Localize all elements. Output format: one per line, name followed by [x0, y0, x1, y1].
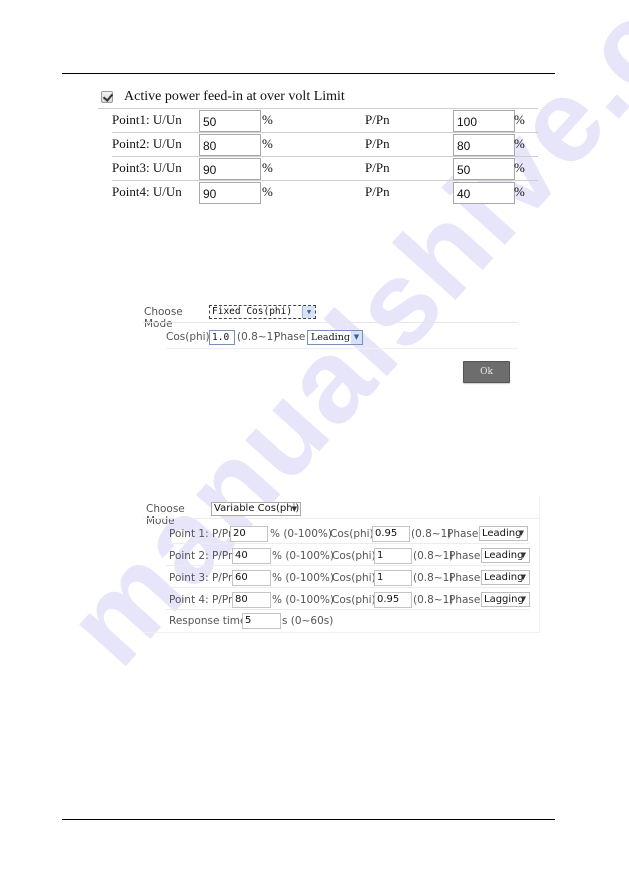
unit-label: % — [514, 136, 525, 151]
point-label: Point4: U/Un — [112, 184, 182, 199]
feed-in-row: Point2: U/Un 80 % P/Pn 80 % — [112, 133, 538, 157]
cos-phi-range: (0.8~1) — [413, 572, 454, 584]
u-un-input[interactable]: 90 — [199, 182, 261, 204]
unit-label: % — [514, 160, 525, 175]
phase-label: Phase — [449, 594, 481, 606]
feed-in-row: Point3: U/Un 90 % P/Pn 50 % — [112, 157, 538, 181]
cos-phi-input[interactable]: 0.95 — [372, 526, 410, 542]
point-label: Point3: U/Un — [112, 160, 182, 175]
phase-select[interactable]: Leading ▼ — [479, 526, 528, 541]
p-pn-range: % (0-100%) — [272, 572, 334, 584]
chevron-down-icon[interactable]: ▼ — [292, 503, 297, 515]
phase-select-value: Lagging — [484, 594, 524, 605]
cos-phi-input[interactable]: 1 — [374, 570, 412, 586]
u-un-input[interactable]: 50 — [199, 110, 261, 132]
phase-select-value: Leading — [484, 550, 524, 561]
footer-rule — [62, 819, 555, 820]
cos-phi-input[interactable]: 1.0 — [209, 330, 235, 345]
phase-label: Phase — [449, 550, 481, 562]
p-pn-label: P/Pn — [365, 112, 390, 127]
p-pn-input[interactable]: 60 — [232, 570, 271, 586]
chevron-down-icon[interactable]: ▼ — [351, 331, 362, 344]
p-pn-input[interactable]: 20 — [230, 526, 268, 542]
p-pn-input[interactable]: 40 — [232, 548, 271, 564]
divider — [166, 609, 529, 610]
divider — [166, 587, 529, 588]
cos-phi-range: (0.8~1) — [413, 594, 454, 606]
mode-select[interactable]: Fixed Cos(phi) ▼ — [209, 305, 316, 319]
point-label: Point 1: P/Pn — [169, 528, 235, 540]
ok-button[interactable]: Ok — [463, 361, 510, 383]
response-time-input[interactable]: 5 — [242, 613, 281, 629]
phase-select-value: Leading — [484, 572, 524, 583]
p-pn-input[interactable]: 100 — [453, 110, 515, 132]
choose-mode-label: Choose Mode — [146, 503, 185, 527]
unit-label: % — [514, 184, 525, 199]
cos-phi-label: Cos(phi) — [332, 572, 376, 584]
header-rule — [62, 73, 555, 74]
p-pn-label: P/Pn — [365, 184, 390, 199]
phase-select-value: Leading — [311, 332, 350, 343]
p-pn-input[interactable]: 80 — [453, 134, 515, 156]
divider — [166, 543, 529, 544]
divider — [143, 322, 518, 323]
cos-phi-label: Cos(phi) — [332, 594, 376, 606]
feed-in-checkbox-label: Active power feed-in at over volt Limit — [124, 89, 345, 104]
cos-phi-label: Cos(phi) — [332, 550, 376, 562]
cos-phi-input[interactable]: 1 — [374, 548, 412, 564]
phase-select-value: Leading — [482, 528, 522, 539]
feed-in-checkbox-row[interactable]: Active power feed-in at over volt Limit — [101, 89, 345, 105]
p-pn-label: P/Pn — [365, 136, 390, 151]
u-un-input[interactable]: 90 — [199, 158, 261, 180]
point-label: Point 2: P/Pn — [169, 550, 235, 562]
response-time-range: s (0~60s) — [282, 615, 334, 627]
feed-in-row: Point4: U/Un 90 % P/Pn 40 % — [112, 181, 538, 205]
phase-label: Phase — [274, 331, 306, 343]
feed-in-row: Point1: U/Un 50 % P/Pn 100 % — [112, 109, 538, 133]
p-pn-input[interactable]: 80 — [232, 592, 271, 608]
phase-select[interactable]: Leading ▼ — [481, 570, 530, 585]
cos-phi-label: Cos(phi) — [166, 331, 210, 343]
unit-label: % — [262, 112, 273, 127]
mode-select[interactable]: Variable Cos(phi) ▼ — [211, 502, 301, 516]
p-pn-range: % (0-100%) — [272, 594, 334, 606]
cos-phi-range: (0.8~1) — [413, 550, 454, 562]
point-label: Point1: U/Un — [112, 112, 182, 127]
mode-select-value: Fixed Cos(phi) — [212, 306, 293, 317]
feed-in-checkbox[interactable] — [101, 91, 113, 103]
p-pn-label: P/Pn — [365, 160, 390, 175]
chevron-down-icon[interactable]: ▼ — [519, 527, 524, 540]
divider — [166, 348, 518, 349]
chevron-down-icon[interactable]: ▼ — [521, 549, 526, 562]
phase-select[interactable]: Lagging ▼ — [481, 592, 530, 607]
cos-phi-range: (0.8~1) — [411, 528, 452, 540]
point-label: Point 4: P/Pn — [169, 594, 235, 606]
cos-phi-label: Cos(phi) — [330, 528, 374, 540]
choose-mode-label: Choose Mode — [144, 306, 183, 330]
phase-select[interactable]: Leading ▼ — [307, 330, 363, 345]
unit-label: % — [262, 160, 273, 175]
chevron-down-icon[interactable]: ▼ — [302, 306, 315, 318]
mode-select-value: Variable Cos(phi) — [214, 503, 300, 514]
phase-label: Phase — [447, 528, 479, 540]
u-un-input[interactable]: 80 — [199, 134, 261, 156]
chevron-down-icon[interactable]: ▼ — [521, 593, 526, 606]
p-pn-input[interactable]: 40 — [453, 182, 515, 204]
chevron-down-icon[interactable]: ▼ — [521, 571, 526, 584]
unit-label: % — [262, 136, 273, 151]
p-pn-range: % (0-100%) — [272, 550, 334, 562]
point-label: Point2: U/Un — [112, 136, 182, 151]
unit-label: % — [262, 184, 273, 199]
response-time-label: Response time — [169, 615, 247, 627]
cos-phi-range: (0.8~1) — [237, 331, 278, 343]
divider — [143, 518, 540, 519]
p-pn-range: % (0-100%) — [270, 528, 332, 540]
phase-label: Phase — [449, 572, 481, 584]
cos-phi-input[interactable]: 0.95 — [374, 592, 412, 608]
phase-select[interactable]: Leading ▼ — [481, 548, 530, 563]
unit-label: % — [514, 112, 525, 127]
divider — [166, 565, 529, 566]
point-label: Point 3: P/Pn — [169, 572, 235, 584]
p-pn-input[interactable]: 50 — [453, 158, 515, 180]
